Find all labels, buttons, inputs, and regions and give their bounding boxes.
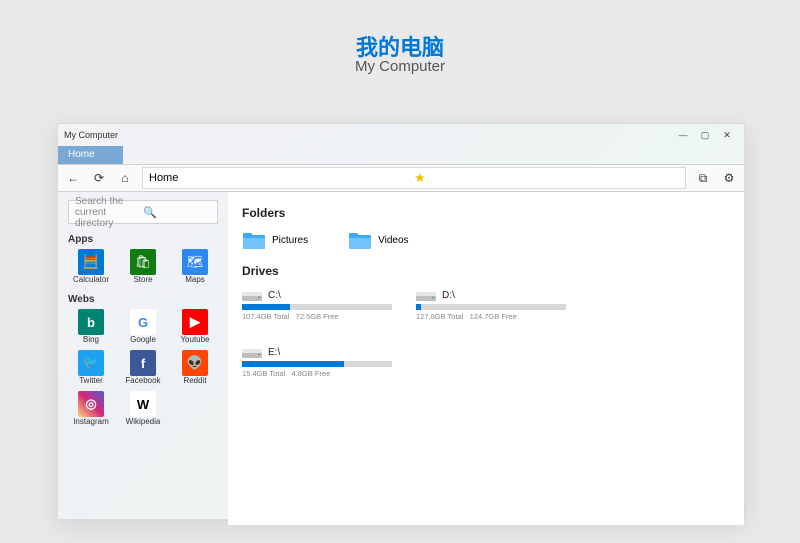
web-label: Wikipedia: [126, 417, 161, 426]
window-titlebar: My Computer — ▢ ✕: [58, 124, 744, 146]
sidebar: Search the current directory 🔍 Apps 🧮Cal…: [58, 192, 228, 525]
address-bar: ← ⟳ ⌂ Home ★ ⧉ ⚙: [58, 164, 744, 192]
web-label: Youtube: [180, 335, 209, 344]
folder-label: Videos: [378, 235, 408, 246]
nav-back-button[interactable]: ←: [64, 171, 82, 185]
app-label: Maps: [185, 275, 205, 284]
window-close-button[interactable]: ✕: [716, 130, 738, 141]
drive-e[interactable]: E:\ 15.4GB Total 4.8GB Free: [242, 345, 392, 378]
new-window-button[interactable]: ⧉: [694, 171, 712, 186]
drive-meta: 107.4GB Total 72.5GB Free: [242, 312, 392, 321]
sidebar-app-maps[interactable]: 🗺Maps: [172, 249, 218, 284]
drive-meta: 15.4GB Total 4.8GB Free: [242, 369, 392, 378]
drive-meta: 127.8GB Total 124.7GB Free: [416, 312, 566, 321]
web-label: Bing: [83, 335, 99, 344]
drive-icon: [242, 288, 262, 302]
page-title-en: My Computer: [0, 58, 800, 75]
folder-icon: [348, 230, 372, 250]
web-label: Facebook: [125, 376, 160, 385]
sidebar-app-calculator[interactable]: 🧮Calculator: [68, 249, 114, 284]
sidebar-web-reddit[interactable]: 👽Reddit: [172, 350, 218, 385]
drives-heading: Drives: [242, 264, 730, 278]
bing-icon: b: [78, 309, 104, 335]
maps-icon: 🗺: [182, 249, 208, 275]
tab-strip: Home: [58, 146, 744, 164]
folder-label: Pictures: [272, 235, 308, 246]
drive-d[interactable]: D:\ 127.8GB Total 124.7GB Free: [416, 288, 566, 321]
store-icon: 🛍: [130, 249, 156, 275]
tab-home[interactable]: Home: [58, 146, 123, 164]
sidebar-web-wikipedia[interactable]: WWikipedia: [120, 391, 166, 426]
drive-usage-bar: [242, 304, 392, 310]
drive-usage-bar: [242, 361, 392, 367]
wikipedia-icon: W: [130, 391, 156, 417]
web-label: Reddit: [183, 376, 206, 385]
sidebar-web-youtube[interactable]: ▶Youtube: [172, 309, 218, 344]
twitter-icon: 🐦: [78, 350, 104, 376]
address-field[interactable]: Home ★: [142, 167, 686, 189]
address-text: Home: [149, 168, 414, 188]
app-window: My Computer — ▢ ✕ Home ← ⟳ ⌂ Home ★ ⧉ ⚙ …: [57, 123, 745, 520]
sidebar-web-bing[interactable]: bBing: [68, 309, 114, 344]
drive-c[interactable]: C:\ 107.4GB Total 72.5GB Free: [242, 288, 392, 321]
favorite-star-icon[interactable]: ★: [414, 168, 679, 188]
nav-home-button[interactable]: ⌂: [116, 171, 134, 185]
web-label: Google: [130, 335, 156, 344]
window-minimize-button[interactable]: —: [672, 130, 694, 140]
calculator-icon: 🧮: [78, 249, 104, 275]
sidebar-apps-label: Apps: [68, 234, 218, 245]
facebook-icon: f: [130, 350, 156, 376]
nav-refresh-button[interactable]: ⟳: [90, 171, 108, 185]
sidebar-web-twitter[interactable]: 🐦Twitter: [68, 350, 114, 385]
search-placeholder: Search the current directory: [75, 196, 143, 229]
app-label: Store: [133, 275, 152, 284]
web-label: Twitter: [79, 376, 103, 385]
drive-usage-bar: [416, 304, 566, 310]
sidebar-app-store[interactable]: 🛍Store: [120, 249, 166, 284]
drive-icon: [416, 288, 436, 302]
sidebar-web-facebook[interactable]: fFacebook: [120, 350, 166, 385]
search-icon: 🔍: [143, 206, 211, 219]
drive-icon: [242, 345, 262, 359]
drive-label: D:\: [442, 290, 455, 301]
sidebar-web-google[interactable]: GGoogle: [120, 309, 166, 344]
folder-pictures[interactable]: Pictures: [242, 230, 308, 250]
drive-label: E:\: [268, 347, 280, 358]
reddit-icon: 👽: [182, 350, 208, 376]
sidebar-web-instagram[interactable]: ◎Instagram: [68, 391, 114, 426]
window-maximize-button[interactable]: ▢: [694, 130, 716, 141]
folder-videos[interactable]: Videos: [348, 230, 408, 250]
folder-icon: [242, 230, 266, 250]
sidebar-webs-label: Webs: [68, 294, 218, 305]
folders-heading: Folders: [242, 206, 730, 220]
app-label: Calculator: [73, 275, 109, 284]
instagram-icon: ◎: [78, 391, 104, 417]
youtube-icon: ▶: [182, 309, 208, 335]
settings-button[interactable]: ⚙: [720, 171, 738, 185]
main-panel: Folders Pictures Videos Drives C:\ 107.4GB…: [228, 192, 744, 525]
drive-label: C:\: [268, 290, 281, 301]
web-label: Instagram: [73, 417, 109, 426]
google-icon: G: [130, 309, 156, 335]
search-input[interactable]: Search the current directory 🔍: [68, 200, 218, 224]
window-title: My Computer: [64, 130, 672, 140]
